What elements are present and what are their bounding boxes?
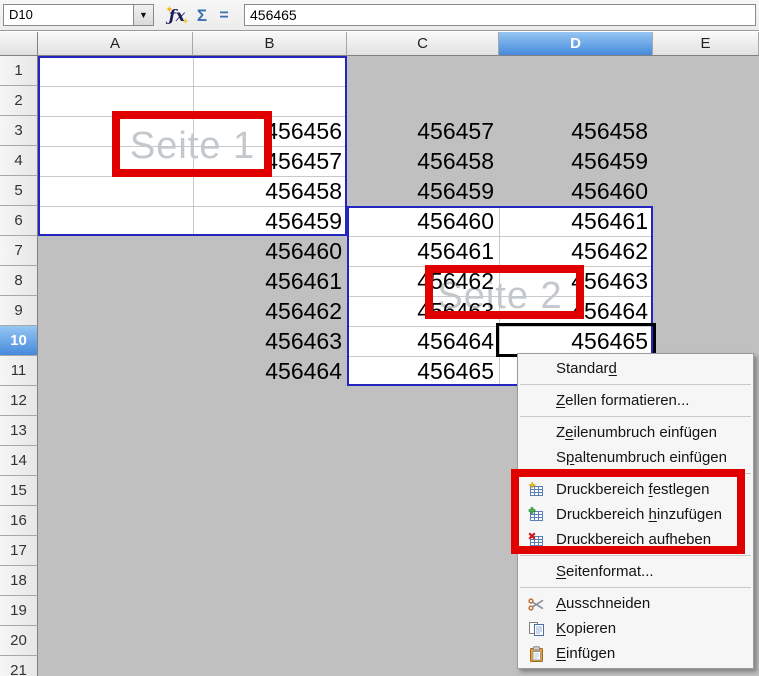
cell-D6[interactable]: 456461 xyxy=(499,206,648,236)
menu-item-einfuegen[interactable]: Einfügen xyxy=(518,641,753,666)
menu-icon-placeholder xyxy=(526,424,546,442)
name-box-dropdown-button[interactable]: ▼ xyxy=(133,4,154,26)
row-header-5[interactable]: 5 xyxy=(0,176,38,206)
menu-item-standard[interactable]: Standard xyxy=(518,356,753,381)
menu-item-label: Spaltenumbruch einfügen xyxy=(556,449,727,466)
column-header-A[interactable]: A xyxy=(38,32,193,56)
menu-separator xyxy=(520,555,751,556)
menu-item-zeilenumbruch-einfuegen[interactable]: Zeilenumbruch einfügen xyxy=(518,420,753,445)
calc-window: D10 ▼ ✦ ƒx ✦ Σ = 456465 ABCDE 1234567891… xyxy=(0,0,759,676)
row-header-6[interactable]: 6 xyxy=(0,206,38,236)
row-header-19[interactable]: 19 xyxy=(0,596,38,626)
cell-C4[interactable]: 456458 xyxy=(347,146,494,176)
row-header-1[interactable]: 1 xyxy=(0,56,38,86)
formula-bar: D10 ▼ ✦ ƒx ✦ Σ = 456465 xyxy=(0,0,759,31)
column-header-D[interactable]: D xyxy=(499,32,653,56)
cell-B6[interactable]: 456459 xyxy=(193,206,342,236)
sum-icon[interactable]: Σ xyxy=(193,5,211,26)
annotation-red-box-print-range-items xyxy=(511,469,745,554)
row-header-21[interactable]: 21 xyxy=(0,656,38,676)
cell-B7[interactable]: 456460 xyxy=(193,236,342,266)
chevron-down-icon: ▼ xyxy=(139,10,148,20)
row-header-8[interactable]: 8 xyxy=(0,266,38,296)
cell-D3[interactable]: 456458 xyxy=(499,116,648,146)
cell-B10[interactable]: 456463 xyxy=(193,326,342,356)
row-header-11[interactable]: 11 xyxy=(0,356,38,386)
column-header-E[interactable]: E xyxy=(653,32,759,56)
row-header-20[interactable]: 20 xyxy=(0,626,38,656)
menu-item-spaltenumbruch-einfuegen[interactable]: Spaltenumbruch einfügen xyxy=(518,445,753,470)
name-box[interactable]: D10 xyxy=(3,4,133,26)
row-headers: 123456789101112131415161718192021 xyxy=(0,56,38,676)
row-header-18[interactable]: 18 xyxy=(0,566,38,596)
row-header-16[interactable]: 16 xyxy=(0,506,38,536)
row-header-12[interactable]: 12 xyxy=(0,386,38,416)
menu-icon-placeholder xyxy=(526,392,546,410)
menu-item-kopieren[interactable]: Kopieren xyxy=(518,616,753,641)
row-header-2[interactable]: 2 xyxy=(0,86,38,116)
row-header-4[interactable]: 4 xyxy=(0,146,38,176)
cell-C7[interactable]: 456461 xyxy=(347,236,494,266)
menu-item-label: Zeilenumbruch einfügen xyxy=(556,424,717,441)
cell-D5[interactable]: 456460 xyxy=(499,176,648,206)
menu-item-seitenformat[interactable]: Seitenformat... xyxy=(518,559,753,584)
paste-icon xyxy=(526,645,546,663)
cell-D4[interactable]: 456459 xyxy=(499,146,648,176)
menu-separator xyxy=(520,587,751,588)
menu-item-ausschneiden[interactable]: Ausschneiden xyxy=(518,591,753,616)
row-header-17[interactable]: 17 xyxy=(0,536,38,566)
cell-B5[interactable]: 456458 xyxy=(193,176,342,206)
column-headers: ABCDE xyxy=(38,32,759,56)
menu-item-label: Zellen formatieren... xyxy=(556,392,689,409)
cell-C5[interactable]: 456459 xyxy=(347,176,494,206)
menu-item-label: Kopieren xyxy=(556,620,616,637)
row-header-3[interactable]: 3 xyxy=(0,116,38,146)
annotation-red-box-seite-2 xyxy=(425,265,584,319)
menu-item-label: Ausschneiden xyxy=(556,595,650,612)
menu-item-zellen-formatieren[interactable]: Zellen formatieren... xyxy=(518,388,753,413)
row-header-15[interactable]: 15 xyxy=(0,476,38,506)
copy-icon xyxy=(526,620,546,638)
cell-C3[interactable]: 456457 xyxy=(347,116,494,146)
select-all-corner[interactable] xyxy=(0,32,38,56)
cell-B8[interactable]: 456461 xyxy=(193,266,342,296)
column-header-B[interactable]: B xyxy=(193,32,347,56)
cell-C10[interactable]: 456464 xyxy=(347,326,494,356)
menu-separator xyxy=(520,384,751,385)
function-wizard-icon[interactable]: ✦ ƒx ✦ xyxy=(165,5,189,26)
selected-cell-border xyxy=(496,323,656,357)
cell-C6[interactable]: 456460 xyxy=(347,206,494,236)
row-header-9[interactable]: 9 xyxy=(0,296,38,326)
menu-icon-placeholder xyxy=(526,360,546,378)
formula-input[interactable]: 456465 xyxy=(244,4,756,26)
menu-separator xyxy=(520,416,751,417)
menu-icon-placeholder xyxy=(526,449,546,467)
annotation-red-box-seite-1 xyxy=(112,111,272,177)
row-header-14[interactable]: 14 xyxy=(0,446,38,476)
cell-D7[interactable]: 456462 xyxy=(499,236,648,266)
cell-B11[interactable]: 456464 xyxy=(193,356,342,386)
menu-icon-placeholder xyxy=(526,563,546,581)
row-header-13[interactable]: 13 xyxy=(0,416,38,446)
menu-item-label: Seitenformat... xyxy=(556,563,654,580)
row-header-10[interactable]: 10 xyxy=(0,326,38,356)
cell-B9[interactable]: 456462 xyxy=(193,296,342,326)
equals-icon[interactable]: = xyxy=(216,5,232,26)
menu-item-label: Standard xyxy=(556,360,617,377)
menu-item-label: Einfügen xyxy=(556,645,615,662)
cell-C11[interactable]: 456465 xyxy=(347,356,494,386)
row-header-7[interactable]: 7 xyxy=(0,236,38,266)
cut-icon xyxy=(526,595,546,613)
column-header-C[interactable]: C xyxy=(347,32,499,56)
